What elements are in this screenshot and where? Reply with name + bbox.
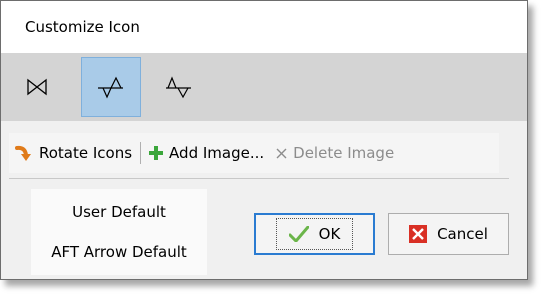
icon-option-bowtie[interactable]: [7, 57, 67, 117]
add-image-label: Add Image...: [169, 144, 265, 162]
arrow-triangle-icon: [98, 76, 123, 99]
cancel-button[interactable]: Cancel: [388, 213, 509, 255]
rotate-icons-button[interactable]: Rotate Icons: [9, 133, 138, 173]
bowtie-icon: [27, 78, 47, 96]
dialog-title: Customize Icon: [25, 18, 140, 36]
icon-options-strip: [1, 53, 527, 121]
delete-image-label: Delete Image: [293, 144, 395, 162]
plus-icon: [149, 146, 164, 160]
toolbar-separator: [140, 142, 142, 164]
title-bar: Customize Icon: [1, 1, 527, 53]
arrow-triangle-alt-icon: [166, 76, 191, 99]
ok-label: OK: [318, 225, 341, 243]
add-image-button[interactable]: Add Image...: [143, 133, 270, 173]
ok-button[interactable]: OK: [254, 213, 375, 255]
delete-image-button[interactable]: Delete Image: [270, 133, 400, 173]
defaults-item-user[interactable]: User Default: [31, 203, 207, 221]
defaults-item-aft-arrow[interactable]: AFT Arrow Default: [31, 243, 207, 261]
cancel-x-icon: [409, 225, 428, 243]
ok-button-focus: OK: [275, 218, 354, 250]
rotate-icons-label: Rotate Icons: [39, 144, 133, 162]
defaults-list: User Default AFT Arrow Default: [31, 189, 207, 275]
cancel-label: Cancel: [437, 225, 488, 243]
icon-option-arrow-triangle[interactable]: [81, 57, 141, 117]
divider: [9, 178, 509, 179]
icon-option-arrow-triangle-alt[interactable]: [149, 57, 209, 117]
toolbar: Rotate Icons Add Image... Delete Image: [9, 133, 499, 173]
customize-icon-dialog: Customize Icon Rotate Icons Add Image...…: [0, 0, 528, 280]
rotate-arrow-icon: [15, 144, 33, 162]
x-icon: [276, 148, 287, 159]
checkmark-icon: [288, 226, 309, 242]
